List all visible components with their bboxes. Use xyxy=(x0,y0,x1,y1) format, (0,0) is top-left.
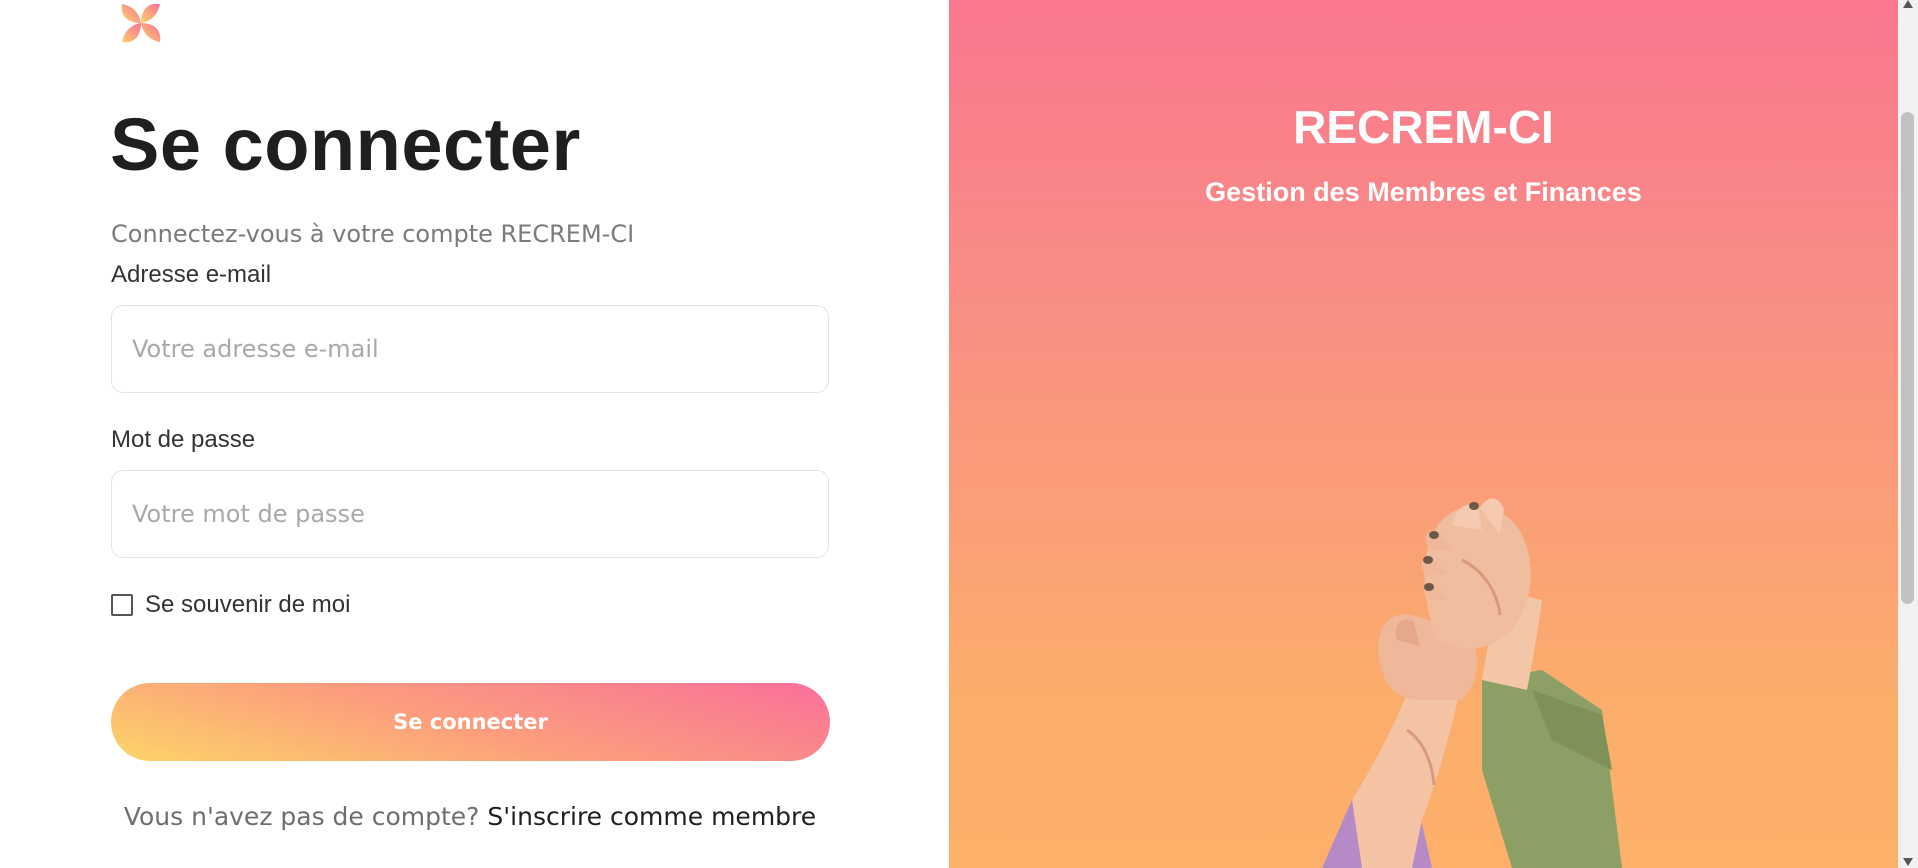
remember-me-label: Se souvenir de moi xyxy=(145,591,351,618)
scroll-down-arrow-icon[interactable] xyxy=(1903,858,1913,866)
scrollbar-thumb[interactable] xyxy=(1901,112,1914,604)
checkbox-icon[interactable] xyxy=(111,594,133,616)
scroll-up-arrow-icon[interactable] xyxy=(1903,0,1913,8)
hero-title: RECREM-CI xyxy=(1293,101,1554,153)
password-label: Mot de passe xyxy=(111,426,256,453)
pinwheel-logo-icon xyxy=(121,3,161,43)
hero-panel: RECREM-CI Gestion des Membres et Finance… xyxy=(949,0,1898,868)
email-field[interactable] xyxy=(111,305,829,393)
hands-clasped-photo xyxy=(1322,498,1622,868)
remember-me-row[interactable]: Se souvenir de moi xyxy=(111,591,350,619)
signup-prompt: Vous n'avez pas de compte? S'inscrire co… xyxy=(0,802,940,831)
password-field[interactable] xyxy=(111,470,829,558)
signup-link[interactable]: S'inscrire comme membre xyxy=(487,802,816,831)
login-panel: Se connecter Connectez-vous à votre comp… xyxy=(0,0,948,868)
vertical-scrollbar[interactable] xyxy=(1898,0,1918,868)
login-button[interactable]: Se connecter xyxy=(111,683,830,761)
hero-subtitle: Gestion des Membres et Finances xyxy=(1205,177,1642,207)
signup-question: Vous n'avez pas de compte? xyxy=(123,802,480,831)
page-title: Se connecter xyxy=(110,103,581,186)
email-label: Adresse e-mail xyxy=(111,261,272,288)
page-subtitle: Connectez-vous à votre compte RECREM-CI xyxy=(111,220,635,248)
